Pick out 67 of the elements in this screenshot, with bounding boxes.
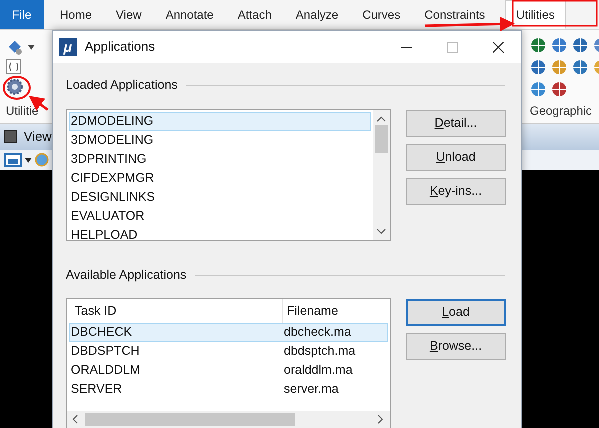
list-item[interactable]: DESIGNLINKS [69,188,371,207]
globe-icon[interactable] [572,59,589,76]
dialog-button[interactable]: Key-ins... [406,178,506,205]
globe-icon[interactable] [551,81,568,98]
globe-icon[interactable] [530,81,547,98]
globe-icon[interactable] [572,37,589,54]
caret-icon[interactable] [28,44,35,50]
list-item[interactable]: CIFDEXPMGR [69,169,371,188]
scroll-down-icon[interactable] [377,229,386,235]
ribbon-tab[interactable]: Constraints [412,0,498,29]
list-item[interactable]: HELPLOAD [69,226,371,240]
table-row[interactable]: DBDSPTCH dbdsptch.ma [69,342,388,361]
close-icon [492,42,504,52]
globe-icon[interactable] [530,37,547,54]
table-cell-text: oralddlm.ma [284,362,353,380]
view-info-icon[interactable] [4,153,22,167]
gear-icon[interactable] [6,78,24,96]
table-row[interactable]: DBCHECK dbcheck.ma [69,323,388,342]
table-cell-text: SERVER [70,381,124,398]
table-cell-text: server.ma [284,381,339,398]
ribbon-tab[interactable]: Annotate [154,0,226,29]
highlight-circle [3,76,31,100]
globe-icon[interactable] [530,59,547,76]
ribbon-tab[interactable]: Analyze [284,0,351,29]
group-label: Loaded Applications [66,76,178,94]
group-label: Available Applications [66,266,187,284]
scrollbar[interactable] [67,411,390,428]
ribbon-tab[interactable]: Attach [226,0,284,29]
table-view[interactable]: Task ID Filename DBCHECK dbcheck.ma DBDSPTCH dbdsptch.ma ORALDDLM oralddlm.ma SERVER server.ma [66,298,391,428]
panel-title: View [24,128,52,146]
scroll-left-icon[interactable] [72,415,78,424]
file-tab[interactable]: File [0,0,44,29]
table-cell-text: DBCHECK [70,324,134,342]
ribbon-tab[interactable]: View [104,0,154,29]
scrollbar[interactable] [373,110,390,240]
table-cell-text: dbcheck.ma [284,324,352,342]
list-item[interactable]: 3DPRINTING [69,150,371,169]
maximize-icon [446,42,458,52]
table-row[interactable]: SERVER server.ma [69,380,388,399]
list-item[interactable]: 2DMODELING [69,112,371,131]
table-row[interactable]: ORALDDLM oralddlm.ma [69,361,388,380]
table-cell-text: DBDSPTCH [70,343,141,360]
table-cell-text: ORALDDLM [70,362,142,380]
globe-icon[interactable] [551,37,568,54]
scroll-right-icon[interactable] [378,415,384,424]
dialog-button[interactable]: Detail... [406,110,506,137]
window-icon[interactable] [4,130,18,144]
list-box[interactable]: 2DMODELING 3DMODELING 3DPRINTING CIFDEXPMGR DESIGNLINKS EVALUATOR HELPLOAD [66,109,391,241]
ribbon-tab[interactable]: Home [48,0,104,29]
group-label: Geographic [530,103,594,120]
dialog-button[interactable]: Unload [406,144,506,171]
window-title: Applications [85,38,156,56]
dialog-button[interactable]: Browse... [406,333,506,360]
list-item[interactable]: 3DMODELING [69,131,371,150]
caret-icon[interactable] [25,158,32,162]
scroll-thumb[interactable] [85,413,295,426]
ribbon-tab[interactable]: Curves [350,0,413,29]
group-label: Utilitie [6,103,39,120]
table-cell-text: dbdsptch.ma [284,343,356,360]
column-header[interactable]: Filename [283,299,338,323]
variable-icon[interactable] [6,59,22,75]
dialog-button[interactable]: Load [406,299,506,326]
list-item[interactable]: EVALUATOR [69,207,371,226]
scroll-thumb[interactable] [375,125,388,153]
ribbon-tab[interactable]: Utilities [505,0,566,29]
app-logo: μ [59,38,77,56]
scroll-up-icon[interactable] [377,116,386,122]
